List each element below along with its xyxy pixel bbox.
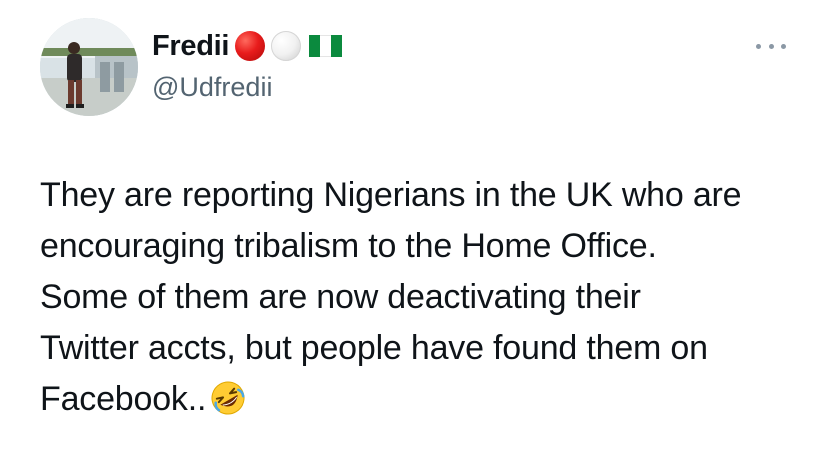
red-circle-icon — [235, 31, 266, 61]
tweet-text-line: encouraging tribalism to the Home Office… — [40, 227, 657, 265]
tweet-text-line: Some of them are now deactivating their — [40, 278, 641, 316]
tweet-card: Fredii @Udfredii They are reporting Nige… — [0, 0, 828, 459]
nigeria-flag-icon — [309, 35, 343, 57]
tweet-text-line: Twitter accts, but people have found the… — [40, 329, 708, 367]
author-name-row: Fredii — [152, 26, 343, 66]
tweet-text-line: Facebook.. — [40, 380, 207, 418]
author-name[interactable]: Fredii — [152, 30, 229, 63]
tweet-text: They are reporting Nigerians in the UK w… — [40, 170, 810, 425]
tweet-text-line: They are reporting Nigerians in the UK w… — [40, 176, 742, 214]
avatar[interactable] — [40, 18, 138, 116]
author-handle[interactable]: @Udfredii — [152, 72, 272, 103]
rolling-on-the-floor-laughing-icon — [211, 381, 245, 415]
avatar-photo — [40, 18, 138, 116]
white-circle-icon — [271, 31, 302, 61]
more-options-icon[interactable] — [756, 40, 786, 52]
tweet-text-line-last: Facebook.. — [40, 374, 810, 425]
